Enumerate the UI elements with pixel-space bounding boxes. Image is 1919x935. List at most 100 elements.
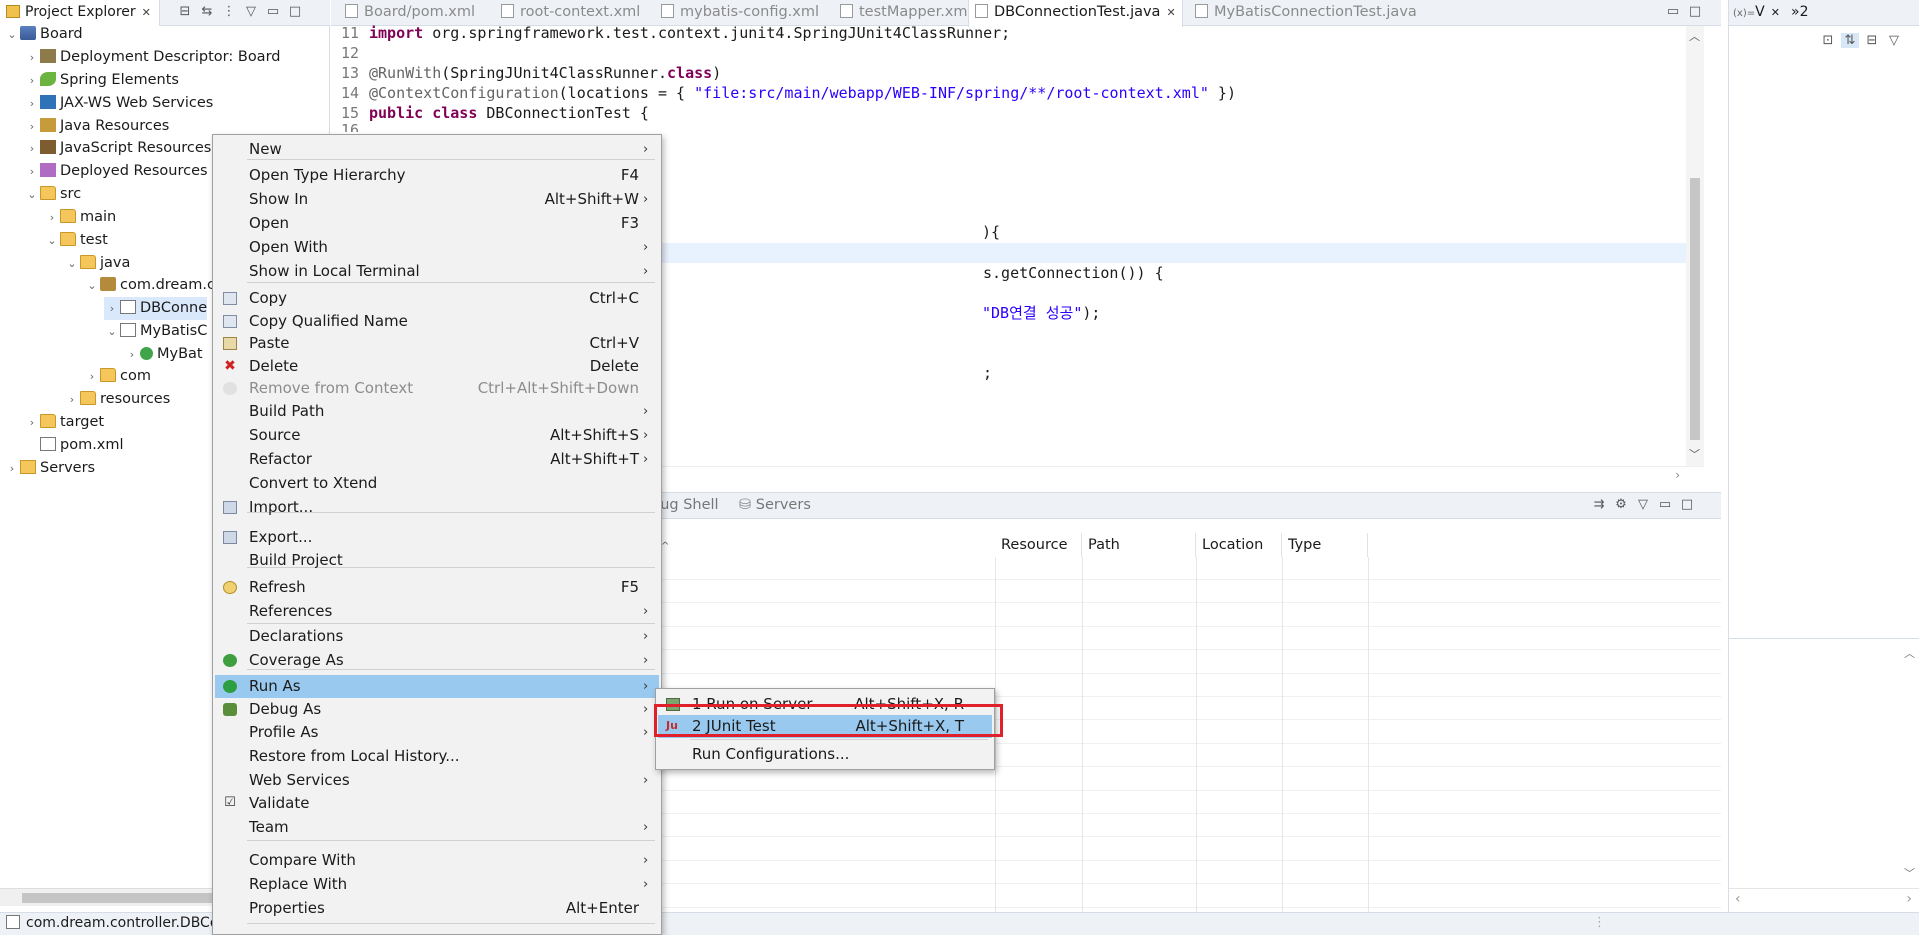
collapse-chevron-icon[interactable]: › — [64, 388, 80, 411]
scroll-up-icon[interactable]: ︿ — [1689, 28, 1700, 44]
column-header-location[interactable]: Location — [1196, 533, 1282, 557]
menu-item-web-services[interactable]: Web Services › — [215, 769, 659, 792]
filter-icon[interactable]: ⋮ — [220, 4, 238, 19]
menu-item-profile-as[interactable]: Profile As › — [215, 721, 659, 744]
code-line-11[interactable]: 11 import org.springframework.test.contex… — [341, 23, 1010, 43]
column-header-type[interactable]: Type — [1282, 533, 1368, 557]
tab-mybatisconnectiontest[interactable]: MyBatisConnectionTest.java — [1189, 0, 1423, 26]
close-icon[interactable]: ✕ — [1771, 6, 1780, 19]
code-line-12[interactable]: 12 — [341, 43, 369, 63]
tree-item-jax-ws-web-services[interactable]: › JAX-WS Web Services — [24, 92, 213, 115]
collapse-chevron-icon[interactable]: › — [124, 343, 140, 366]
tree-item-deployed-resources[interactable]: › Deployed Resources — [24, 160, 208, 183]
scrollbar-thumb[interactable] — [22, 893, 212, 903]
tree-item-java-resources[interactable]: › Java Resources — [24, 115, 169, 138]
collapse-chevron-icon[interactable]: › — [24, 69, 40, 92]
menu-item-build-project[interactable]: Build Project — [215, 549, 659, 572]
tree-item-com[interactable]: › com — [84, 365, 151, 388]
menu-item-open[interactable]: Open F3 — [215, 212, 659, 235]
scroll-right-icon[interactable]: › — [1906, 891, 1912, 907]
view-menu-icon[interactable]: ▽ — [1634, 497, 1652, 512]
tree-item-dbconne[interactable]: › DBConne — [104, 297, 208, 320]
scroll-down-icon[interactable]: ﹀ — [1689, 446, 1700, 462]
tree-item-mybatisc[interactable]: ⌄ MyBatisC — [104, 320, 207, 343]
vertical-scrollbar[interactable]: ︿ ﹀ — [1904, 645, 1918, 885]
right-horizontal-scrollbar[interactable]: ‹ › — [1729, 888, 1919, 910]
minimize-icon[interactable]: ▭ — [1664, 4, 1682, 19]
expand-chevron-icon[interactable]: ⌄ — [104, 320, 120, 343]
tree-item-spring-elements[interactable]: › Spring Elements — [24, 69, 179, 92]
menu-item-open-type-hierarchy[interactable]: Open Type Hierarchy F4 — [215, 164, 659, 187]
sort-icon[interactable]: ⇅ — [1841, 33, 1859, 48]
menu-item-show-in-local-terminal[interactable]: Show in Local Terminal › — [215, 260, 659, 283]
code-line-14[interactable]: 14 @ContextConfiguration(locations = { "f… — [341, 83, 1236, 103]
tree-item-board[interactable]: ⌄ Board — [4, 23, 83, 46]
tree-item-test[interactable]: ⌄ test — [44, 229, 108, 252]
collapse-chevron-icon[interactable]: › — [24, 137, 40, 160]
code-line-13[interactable]: 13 @RunWith(SpringJUnit4ClassRunner.class… — [341, 63, 721, 83]
tree-item-com-dream-c[interactable]: ⌄ com.dream.c — [84, 274, 215, 297]
tree-item-mybat[interactable]: › MyBat — [124, 343, 203, 366]
maximize-icon[interactable]: □ — [286, 4, 304, 19]
tree-item-deployment-descriptor-board[interactable]: › Deployment Descriptor: Board — [24, 46, 280, 69]
code-line-15[interactable]: 15 public class DBConnectionTest { — [341, 103, 649, 123]
expand-chevron-icon[interactable]: ⌄ — [4, 23, 20, 46]
menu-item-refactor[interactable]: Refactor Alt+Shift+T › — [215, 448, 659, 471]
menu-item-open-with[interactable]: Open With › — [215, 236, 659, 259]
maximize-icon[interactable]: □ — [1678, 497, 1696, 512]
menu-item-delete[interactable]: ✖ Delete Delete — [215, 355, 659, 378]
hide-fields-icon[interactable]: ⊡ — [1819, 33, 1837, 48]
editor-vertical-scrollbar[interactable]: ︿ ﹀ — [1686, 26, 1704, 466]
view-settings-icon[interactable]: ⚙ — [1612, 497, 1630, 512]
menu-item-import[interactable]: Import... — [215, 496, 659, 519]
tree-item-main[interactable]: › main — [44, 206, 116, 229]
link-with-editor-icon[interactable]: ⇆ — [198, 4, 216, 19]
collapse-chevron-icon[interactable]: › — [24, 92, 40, 115]
menu-item-replace-with[interactable]: Replace With › — [215, 873, 659, 896]
menu-item-paste[interactable]: Paste Ctrl+V — [215, 332, 659, 355]
code-line-16[interactable]: 16 — [341, 120, 369, 132]
sort-up-icon[interactable]: ^ — [661, 541, 669, 552]
tree-item-pom-xml[interactable]: pom.xml — [24, 434, 124, 457]
scroll-right-icon[interactable]: › — [1675, 468, 1680, 482]
collapse-all-icon[interactable]: ⊟ — [176, 4, 194, 19]
menu-item-export[interactable]: Export... — [215, 526, 659, 549]
tree-item-resources[interactable]: › resources — [64, 388, 170, 411]
menu-item-source[interactable]: Source Alt+Shift+S › — [215, 424, 659, 447]
menu-item-restore-from-local-history[interactable]: Restore from Local History... — [215, 745, 659, 768]
menu-item-run-configurations[interactable]: Run Configurations... — [658, 743, 992, 766]
scroll-down-icon[interactable]: ﹀ — [1904, 865, 1915, 881]
expand-chevron-icon[interactable]: ⌄ — [44, 229, 60, 252]
collapse-chevron-icon[interactable]: › — [104, 297, 120, 320]
menu-item-validate[interactable]: ☑ Validate — [215, 792, 659, 815]
tree-item-target[interactable]: › target — [24, 411, 104, 434]
menu-item-coverage-as[interactable]: Coverage As › — [215, 649, 659, 672]
collapse-chevron-icon[interactable]: › — [24, 46, 40, 69]
tree-item-java[interactable]: ⌄ java — [64, 252, 130, 275]
scrollbar-thumb[interactable] — [1690, 178, 1700, 440]
menu-item-properties[interactable]: Properties Alt+Enter — [215, 897, 659, 920]
tree-item-javascript-resources[interactable]: › JavaScript Resources — [24, 137, 211, 160]
tree-item-servers[interactable]: › Servers — [4, 457, 95, 480]
scroll-left-icon[interactable]: ‹ — [1735, 891, 1741, 907]
view-menu-icon[interactable]: ▽ — [242, 4, 260, 19]
minimize-icon[interactable]: ▭ — [264, 4, 282, 19]
column-header-resource[interactable]: Resource — [995, 533, 1082, 557]
menu-item-run-as[interactable]: Run As › — [215, 675, 659, 698]
tab-servers[interactable]: ⛁ Servers — [739, 497, 811, 513]
menu-item-declarations[interactable]: Declarations › — [215, 625, 659, 648]
collapse-chevron-icon[interactable]: › — [84, 365, 100, 388]
collapse-chevron-icon[interactable]: › — [24, 411, 40, 434]
close-icon[interactable]: ✕ — [142, 6, 151, 19]
collapse-chevron-icon[interactable]: › — [24, 115, 40, 138]
maximize-icon[interactable]: □ — [1686, 4, 1704, 19]
collapse-all-icon[interactable]: ⊟ — [1863, 33, 1881, 48]
menu-item-references[interactable]: References › — [215, 600, 659, 623]
menu-item-copy[interactable]: Copy Ctrl+C — [215, 287, 659, 310]
close-icon[interactable]: ✕ — [1166, 6, 1175, 19]
tree-item-src[interactable]: ⌄ src — [24, 183, 81, 206]
expand-chevron-icon[interactable]: ⌄ — [24, 183, 40, 206]
tab-overflow[interactable]: »2 — [1791, 4, 1808, 20]
collapse-chevron-icon[interactable]: › — [24, 160, 40, 183]
collapse-chevron-icon[interactable]: › — [44, 206, 60, 229]
